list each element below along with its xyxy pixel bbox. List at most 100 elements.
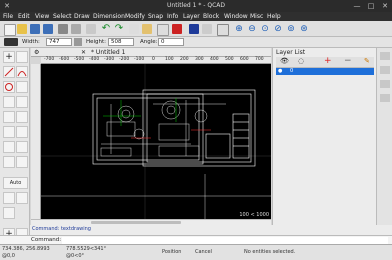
tools-palette: + Auto + xyxy=(0,48,30,240)
dock-property-icon[interactable] xyxy=(380,52,390,60)
ruler-tick: 500 xyxy=(225,57,234,62)
new-file-icon[interactable] xyxy=(4,24,16,36)
pen-icon[interactable] xyxy=(172,24,182,34)
edit-layer-icon[interactable]: ✎ xyxy=(364,57,370,65)
info-tool-icon[interactable] xyxy=(16,156,28,168)
cut-icon[interactable] xyxy=(86,24,96,34)
dimension-tool-icon[interactable] xyxy=(16,111,28,123)
command-label: Command: xyxy=(31,237,62,243)
paste-icon[interactable] xyxy=(142,24,152,34)
tab-menu-icon[interactable]: ⚙ xyxy=(34,49,39,56)
window-title: Untitled 1 * - QCAD xyxy=(167,2,225,9)
layer-visible-icon[interactable]: ● xyxy=(278,68,282,74)
hatch-tool-icon[interactable] xyxy=(3,126,15,138)
document-tab[interactable]: * Untitled 1 xyxy=(91,49,125,56)
width-field[interactable]: 747 xyxy=(46,38,72,46)
ruler-tick: 200 xyxy=(180,57,189,62)
height-field[interactable]: 508 xyxy=(108,38,134,46)
layer-row[interactable]: ● 0 xyxy=(276,68,374,75)
text-tool-icon[interactable] xyxy=(3,111,15,123)
menu-draw[interactable]: Draw xyxy=(74,13,90,20)
circle-tool-glyph xyxy=(5,83,13,91)
menu-select[interactable]: Select xyxy=(53,13,72,20)
menu-window[interactable]: Window xyxy=(224,13,248,20)
menu-snap[interactable]: Snap xyxy=(148,13,163,20)
minimize-icon[interactable]: — xyxy=(352,1,362,11)
snap-grid-toggle-icon[interactable] xyxy=(16,192,28,204)
auto-snap-toggle[interactable]: Auto xyxy=(3,177,28,189)
command-line: Command: xyxy=(0,235,392,244)
block-tool-icon[interactable] xyxy=(16,126,28,138)
modify-tool-icon[interactable] xyxy=(3,141,15,153)
snap-free-icon[interactable] xyxy=(3,192,15,204)
snap-grid-icon[interactable] xyxy=(217,24,229,36)
zoom-auto-icon[interactable]: ⊙ xyxy=(260,24,270,34)
main-toolbar: ↶ ↷ ⊕ ⊖ ⊙ ⊘ ⊚ ⊛ xyxy=(0,21,392,37)
ruler-tick: 100 xyxy=(165,57,174,62)
maximize-icon[interactable]: □ xyxy=(366,1,376,11)
polyline-tool-icon[interactable] xyxy=(3,96,15,108)
trim-tool-icon[interactable] xyxy=(16,141,28,153)
save-icon[interactable] xyxy=(30,24,40,34)
menu-help[interactable]: Help xyxy=(267,13,281,20)
ruler-tick: -700 xyxy=(44,57,55,62)
link-icon[interactable] xyxy=(74,38,82,46)
menu-dimension[interactable]: Dimension xyxy=(93,13,125,20)
spline-tool-icon[interactable] xyxy=(16,96,28,108)
dock-library-icon[interactable] xyxy=(380,94,390,102)
open-folder-icon[interactable] xyxy=(17,24,27,34)
command-input[interactable] xyxy=(62,237,388,244)
remove-layer-icon[interactable]: − xyxy=(344,56,352,66)
ruler-tick: 300 xyxy=(195,57,204,62)
snap-auto-icon[interactable]: + xyxy=(3,51,15,63)
hide-layers-icon[interactable]: ◌ xyxy=(298,57,304,65)
save-as-icon[interactable] xyxy=(43,24,53,34)
circle-tool-icon[interactable] xyxy=(3,81,15,93)
line-tool-icon[interactable] xyxy=(3,66,15,78)
close-icon[interactable]: ✕ xyxy=(380,1,390,11)
command-area: Command: textdrawing xyxy=(30,225,392,235)
line-weight-icon[interactable] xyxy=(202,24,212,34)
tab-close-icon[interactable]: ✕ xyxy=(81,49,86,56)
layer-list-panel: Layer List 👁 ◌ + − ✎ ● 0 xyxy=(272,48,376,235)
drawing-details xyxy=(100,100,226,157)
menu-misc[interactable]: Misc xyxy=(250,13,263,20)
dock-block-icon[interactable] xyxy=(380,80,390,88)
ruler-tick: 0 xyxy=(152,57,155,62)
drawing-canvas[interactable]: 100 < 1000 xyxy=(41,64,271,219)
status-bar: 734.386, 256.8993 @0,0 778.5529<341° @0<… xyxy=(0,244,392,260)
arc-tool-icon[interactable] xyxy=(16,66,28,78)
print-icon[interactable] xyxy=(58,24,68,34)
menu-layer[interactable]: Layer xyxy=(183,13,200,20)
menu-modify[interactable]: Modify xyxy=(125,13,145,20)
zoom-out-icon[interactable]: ⊖ xyxy=(247,24,257,34)
undo-icon[interactable]: ↶ xyxy=(101,24,111,34)
grid-info: 100 < 1000 xyxy=(239,212,269,218)
ruler-tick: 400 xyxy=(210,57,219,62)
snap-end-icon[interactable] xyxy=(3,207,15,219)
add-layer-icon[interactable]: + xyxy=(324,56,332,66)
print-preview-icon[interactable] xyxy=(71,24,81,34)
show-layers-icon[interactable]: 👁 xyxy=(280,57,289,65)
zoom-pan-icon[interactable]: ⊛ xyxy=(299,24,309,34)
ellipse-tool-icon[interactable] xyxy=(16,81,28,93)
angle-field[interactable]: 0 xyxy=(158,38,184,46)
zoom-in-icon[interactable]: ⊕ xyxy=(234,24,244,34)
menu-file[interactable]: File xyxy=(3,13,13,20)
menu-block[interactable]: Block xyxy=(203,13,219,20)
menu-info[interactable]: Info xyxy=(167,13,178,20)
zoom-previous-icon[interactable]: ⊘ xyxy=(273,24,283,34)
select-icon[interactable] xyxy=(157,24,169,36)
redo-icon[interactable]: ↷ xyxy=(114,24,124,34)
zoom-window-icon[interactable]: ⊚ xyxy=(286,24,296,34)
copy-icon[interactable] xyxy=(129,24,139,34)
crosshair-cursor xyxy=(41,174,271,219)
horizontal-ruler: -700 -600 -500 -400 -300 -200 -100 0 100… xyxy=(41,57,271,64)
scrollbar-thumb[interactable] xyxy=(91,221,181,224)
color-icon[interactable] xyxy=(189,24,199,34)
dock-layer-icon[interactable] xyxy=(380,66,390,74)
select-tool-icon[interactable] xyxy=(3,156,15,168)
point-tool-icon[interactable] xyxy=(16,51,28,63)
menu-view[interactable]: View xyxy=(35,13,49,20)
menu-edit[interactable]: Edit xyxy=(18,13,30,20)
